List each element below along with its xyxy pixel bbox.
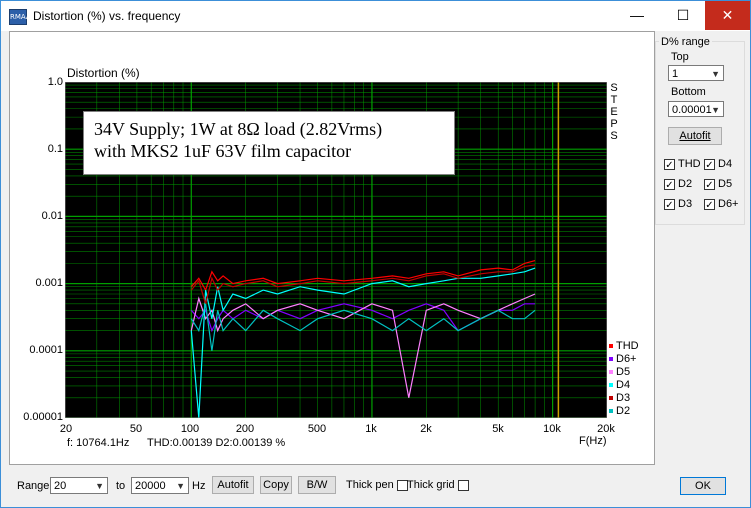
legend-swatch [609,396,613,401]
checkbox-label: D4 [718,158,733,170]
top-select-value: 1 [672,68,679,80]
checkbox-box [457,479,469,491]
annotation-line-2: with MKS2 1uF 63V film capacitor [94,141,352,161]
hz-label: Hz [192,480,206,492]
x-tick-label: 20k [597,423,615,435]
autofit-button[interactable]: Autofit [212,476,254,494]
checkbox-d3[interactable]: ✓ D3 [664,198,692,211]
checkbox-label: D2 [678,178,693,190]
copy-button[interactable]: Copy [260,476,292,494]
thick-grid-checkbox[interactable]: Thick grid [407,479,472,492]
bottom-select-value: 0.00001 [672,104,712,116]
bottom-label: Bottom [671,86,706,98]
legend-item-d6plus: D6+ [609,353,637,366]
x-tick-label: 10k [543,423,561,435]
minimize-button[interactable]: — [615,1,659,30]
x-tick-label: 50 [129,423,143,435]
x-tick-label: 200 [235,423,255,435]
checkbox-label: THD [678,158,701,170]
y-axis-title: Distortion (%) [67,66,140,80]
top-select[interactable]: 1 ▼ [668,65,724,81]
side-autofit-button[interactable]: Autofit [668,127,722,145]
legend-label: D6+ [616,353,637,365]
legend-item-thd: THD [609,340,639,353]
to-label: to [116,480,126,492]
status-values: THD:0.00139 D2:0.00139 % [147,437,286,449]
legend-swatch [609,357,613,362]
app-icon: RMAA [9,9,31,25]
checkbox-d4[interactable]: ✓ D4 [704,158,732,171]
legend-item-d2: D2 [609,405,630,418]
maximize-button[interactable]: ☐ [661,1,705,30]
legend-label: D2 [616,405,631,417]
legend-label: D3 [616,392,631,404]
checkbox-d2[interactable]: ✓ D2 [664,178,692,191]
y-tick-label: 0.0001 [29,344,63,356]
checkmark-icon: ✓ [704,158,715,171]
checkbox-d6plus[interactable]: ✓ D6+ [704,198,739,211]
y-tick-label: 0.1 [47,143,63,155]
chevron-down-icon: ▼ [711,105,720,115]
status-frequency: f: 10764.1Hz [67,437,130,449]
checkmark-icon: ✓ [664,178,675,191]
thick-pen-checkbox[interactable]: Thick pen [346,479,411,492]
range-label: Range: [17,480,53,492]
legend-swatch [609,409,613,414]
close-button[interactable]: ✕ [705,1,750,30]
legend-item-d4: D4 [609,379,630,392]
legend-label: THD [616,340,639,352]
window-title: Distortion (%) vs. frequency [33,9,181,23]
y-tick-label: 0.001 [35,277,63,289]
checkmark-icon: ✓ [704,198,715,211]
x-axis-title: F(Hz) [579,435,607,447]
legend-label: D5 [616,366,631,378]
y-tick-label: 0.01 [41,210,63,222]
range-to-select[interactable]: 20000 ▼ [131,477,189,494]
chevron-down-icon: ▼ [711,69,720,79]
checkbox-label: D3 [678,198,693,210]
x-tick-label: 2k [420,423,432,435]
chevron-down-icon: ▼ [176,481,185,491]
y-tick-label: 0.00001 [23,411,63,423]
checkmark-icon: ✓ [664,198,675,211]
range-group-title: D% range [659,36,712,48]
range-to-value: 20000 [135,480,166,492]
distortion-window: RMAA Distortion (%) vs. frequency — ☐ ✕ … [0,0,751,508]
thick-grid-label: Thick grid [407,479,455,491]
y-tick-label: 1.0 [47,76,63,88]
legend-swatch [609,344,613,349]
chevron-down-icon: ▼ [95,481,104,491]
legend-swatch [609,383,613,388]
bottom-select[interactable]: 0.00001 ▼ [668,101,724,117]
title-bar[interactable]: RMAA Distortion (%) vs. frequency — ☐ ✕ [1,1,750,31]
thick-pen-label: Thick pen [346,479,394,491]
range-from-select[interactable]: 20 ▼ [50,477,108,494]
annotation-line-1: 34V Supply; 1W at 8Ω load (2.82Vrms) [94,119,383,139]
checkbox-d5[interactable]: ✓ D5 [704,178,732,191]
checkmark-icon: ✓ [664,158,675,171]
checkbox-label: D5 [718,178,733,190]
x-tick-label: 1k [365,423,377,435]
steps-label: STEPS [610,82,618,142]
x-tick-label: 500 [307,423,327,435]
legend-item-d3: D3 [609,392,630,405]
x-tick-label: 5k [492,423,504,435]
top-label: Top [671,51,689,63]
checkmark-icon: ✓ [704,178,715,191]
checkbox-thd[interactable]: ✓ THD [664,158,701,171]
range-from-value: 20 [54,480,67,492]
x-tick-label: 20 [59,423,73,435]
annotation-box: 34V Supply; 1W at 8Ω load (2.82Vrms) wit… [83,111,455,175]
legend-item-d5: D5 [609,366,630,379]
legend-swatch [609,370,613,375]
bw-button[interactable]: B/W [298,476,336,494]
x-tick-label: 100 [180,423,200,435]
legend-label: D4 [616,379,631,391]
ok-button[interactable]: OK [680,477,726,495]
checkbox-label: D6+ [718,198,739,210]
